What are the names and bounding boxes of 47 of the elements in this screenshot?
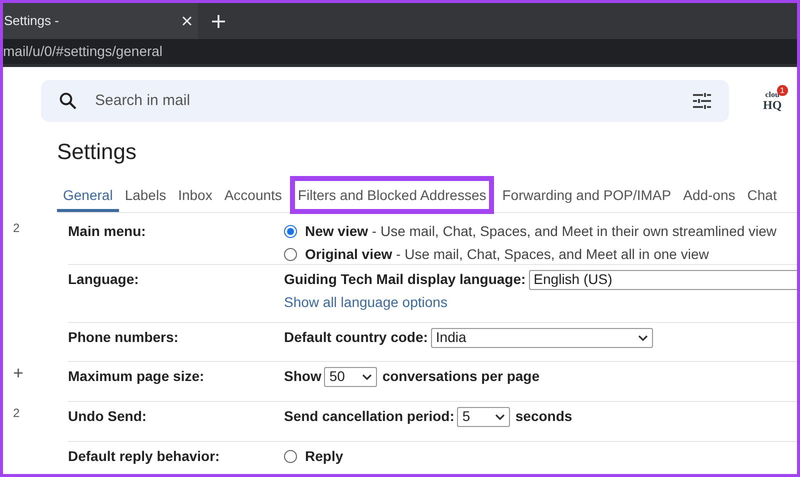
field-label: Send cancellation period: [284, 407, 454, 426]
radio-button[interactable] [284, 450, 297, 463]
nav-tab[interactable]: Accounts [218, 178, 288, 212]
gutter-mark: + [13, 362, 24, 385]
field-label: Show [284, 367, 322, 386]
address-bar[interactable]: mail/u/0/#settings/general [3, 39, 797, 67]
nav-tab[interactable]: Add-ons [677, 178, 742, 212]
setting-label: Phone numbers: [68, 328, 180, 347]
browser-tab[interactable]: Settings - [3, 3, 198, 39]
plus-icon[interactable] [212, 14, 225, 28]
setting-label: Language: [68, 270, 140, 289]
nav-tab[interactable]: Filters and Blocked Addresses [292, 178, 492, 212]
chevron-down-icon [638, 334, 648, 340]
radio-option-label: Reply [305, 447, 344, 466]
nav-tab[interactable]: Forwarding and POP/IMAP [496, 178, 678, 212]
page-title: Settings [57, 138, 138, 166]
radio-option-label: New view - Use mail, Chat, Spaces, and Meet in their own streamlined view [305, 222, 777, 241]
search-icon [59, 92, 77, 110]
radio-button[interactable] [284, 225, 297, 238]
nav-tab[interactable]: Inbox [172, 178, 218, 212]
field-label: Default country code: [284, 328, 428, 347]
radio-option-label: Original view - Use mail, Chat, Spaces, and Meet all in one view [305, 245, 709, 264]
nav-tab[interactable]: General [57, 178, 119, 212]
chevron-down-icon [362, 374, 372, 380]
gutter-mark: 2 [13, 220, 20, 237]
language-options-link[interactable]: Show all language options [284, 292, 797, 313]
gutter-mark: 2 [13, 405, 20, 422]
setting-label: Main menu: [68, 222, 147, 241]
chevron-down-icon [495, 414, 506, 420]
radio-button[interactable] [284, 248, 297, 261]
nav-tab[interactable]: Labels [118, 178, 172, 212]
setting-label: Undo Send: [68, 407, 148, 426]
setting-label: Default reply behavior: [68, 447, 221, 466]
dropdown-field[interactable]: 5 [457, 406, 510, 426]
addon-logo[interactable]: clou HQ [763, 91, 782, 111]
field-suffix: conversations per page [382, 367, 540, 386]
search-placeholder: Search in mail [95, 90, 192, 111]
dropdown-field[interactable]: English (US) [528, 270, 797, 290]
field-label: Guiding Tech Mail display language: [284, 270, 526, 289]
dropdown-field[interactable]: 50 [324, 366, 378, 386]
close-icon[interactable] [182, 16, 192, 26]
field-suffix: seconds [515, 407, 572, 426]
nav-tab[interactable]: Chat [741, 178, 783, 212]
dropdown-field[interactable]: India [430, 328, 653, 348]
setting-label: Maximum page size: [68, 367, 206, 386]
filter-sliders-icon[interactable] [693, 93, 711, 109]
search-bar[interactable]: Search in mail [41, 80, 729, 122]
